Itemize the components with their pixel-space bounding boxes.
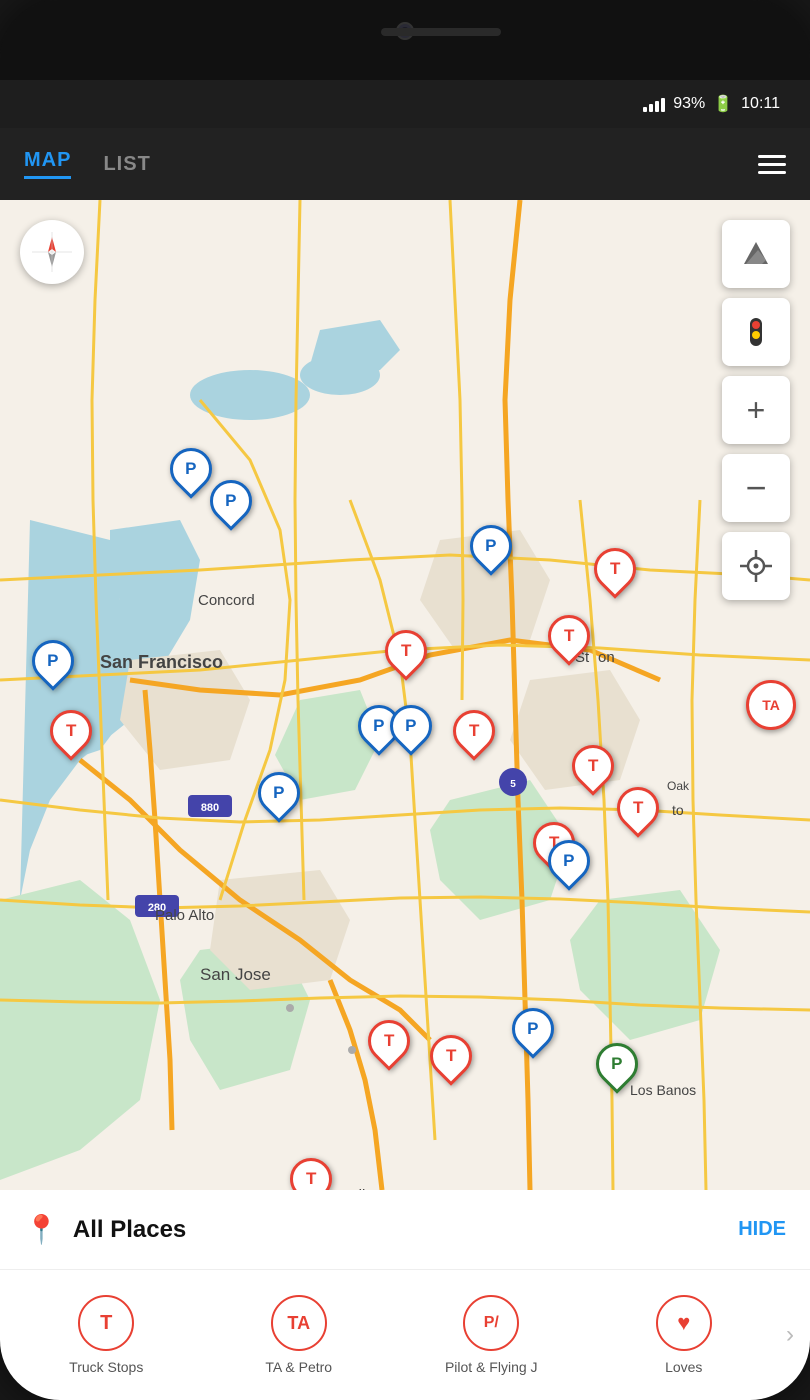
loves-label: Loves <box>665 1359 702 1375</box>
phone-frame: 93% 🔋 10:11 MAP LIST <box>0 0 810 1400</box>
p-marker-sf-outer[interactable]: P <box>32 640 74 682</box>
svg-text:Oak: Oak <box>667 779 690 793</box>
ta-petro-icon: TA <box>271 1295 327 1351</box>
loves-icon: ♥ <box>656 1295 712 1351</box>
p-marker-eastbay[interactable]: P <box>470 525 512 567</box>
tab-list[interactable]: LIST <box>103 153 150 176</box>
truck-stops-icon: T <box>78 1295 134 1351</box>
all-places-label: All Places <box>73 1216 186 1244</box>
location-target-icon <box>738 548 774 584</box>
zoom-out-button[interactable]: − <box>722 454 790 522</box>
t-marker-modesto2[interactable]: T <box>617 787 659 829</box>
traffic-button[interactable] <box>722 298 790 366</box>
t-marker-mid2[interactable]: T <box>453 710 495 752</box>
clock: 10:11 <box>741 95 780 113</box>
menu-button[interactable] <box>758 155 786 174</box>
p-marker-concord1[interactable]: P <box>170 448 212 490</box>
signal-icon <box>643 96 665 112</box>
t-marker-gilroy2[interactable]: T <box>430 1035 472 1077</box>
p-marker-gilroy[interactable]: P <box>512 1008 554 1050</box>
location-pin-icon: 📍 <box>24 1213 59 1246</box>
svg-text:San Jose: San Jose <box>200 965 271 984</box>
p-marker-central2[interactable]: P <box>390 705 432 747</box>
truck-stops-label: Truck Stops <box>69 1359 143 1375</box>
categories-chevron[interactable]: › <box>780 1321 800 1349</box>
map-controls: + − <box>722 220 790 600</box>
pilot-flyingj-icon: P/ <box>463 1295 519 1351</box>
ta-badge-marker[interactable]: TA <box>746 680 796 730</box>
location-button[interactable] <box>722 532 790 600</box>
category-ta-petro[interactable]: TA TA & Petro <box>203 1295 396 1375</box>
battery-icon: 🔋 <box>713 94 733 114</box>
terrain-icon <box>738 236 774 272</box>
compass[interactable] <box>20 220 84 284</box>
t-marker-stockton2[interactable]: T <box>548 615 590 657</box>
svg-text:Palo Alto: Palo Alto <box>155 907 214 924</box>
phone-top <box>0 0 810 80</box>
svg-text:San Francisco: San Francisco <box>100 652 223 672</box>
pilot-flyingj-label: Pilot & Flying J <box>445 1359 538 1375</box>
battery-percent: 93% <box>673 95 705 113</box>
category-pilot-flyingj[interactable]: P/ Pilot & Flying J <box>395 1295 588 1375</box>
svg-text:on: on <box>598 649 615 666</box>
category-loves[interactable]: ♥ Loves <box>588 1295 781 1375</box>
svg-text:to: to <box>672 802 684 818</box>
p-marker-valley[interactable]: P <box>548 840 590 882</box>
t-marker-stockton[interactable]: T <box>594 548 636 590</box>
gp-marker-losbanos[interactable]: P <box>596 1043 638 1085</box>
terrain-button[interactable] <box>722 220 790 288</box>
t-marker-mid1[interactable]: T <box>385 630 427 672</box>
t-marker-sf[interactable]: T <box>50 710 92 752</box>
categories-row: T Truck Stops TA TA & Petro P/ Pilot & F… <box>0 1270 810 1400</box>
zoom-in-button[interactable]: + <box>722 376 790 444</box>
t-marker-south[interactable]: T <box>290 1158 332 1190</box>
svg-text:880: 880 <box>201 802 219 814</box>
app-header: MAP LIST <box>0 128 810 200</box>
t-marker-gilroy1[interactable]: T <box>368 1020 410 1062</box>
status-bar: 93% 🔋 10:11 <box>0 80 810 128</box>
speaker <box>381 28 501 36</box>
p-marker-southbay[interactable]: P <box>258 772 300 814</box>
tab-map[interactable]: MAP <box>24 149 71 179</box>
map-container[interactable]: 880 280 5 San Francisco Concord St on Mo… <box>0 200 810 1190</box>
svg-text:Los Banos: Los Banos <box>630 1082 696 1098</box>
category-truck-stops[interactable]: T Truck Stops <box>10 1295 203 1375</box>
svg-text:Concord: Concord <box>198 592 255 609</box>
compass-icon <box>32 232 72 272</box>
ta-petro-label: TA & Petro <box>265 1359 332 1375</box>
traffic-icon <box>738 314 774 350</box>
svg-text:5: 5 <box>510 779 516 790</box>
bottom-panel: 📍 All Places HIDE T Truck Stops TA TA & … <box>0 1190 810 1400</box>
all-places-bar: 📍 All Places HIDE <box>0 1190 810 1270</box>
p-marker-concord2[interactable]: P <box>210 480 252 522</box>
hide-button[interactable]: HIDE <box>738 1218 786 1241</box>
t-marker-modesto[interactable]: T <box>572 745 614 787</box>
